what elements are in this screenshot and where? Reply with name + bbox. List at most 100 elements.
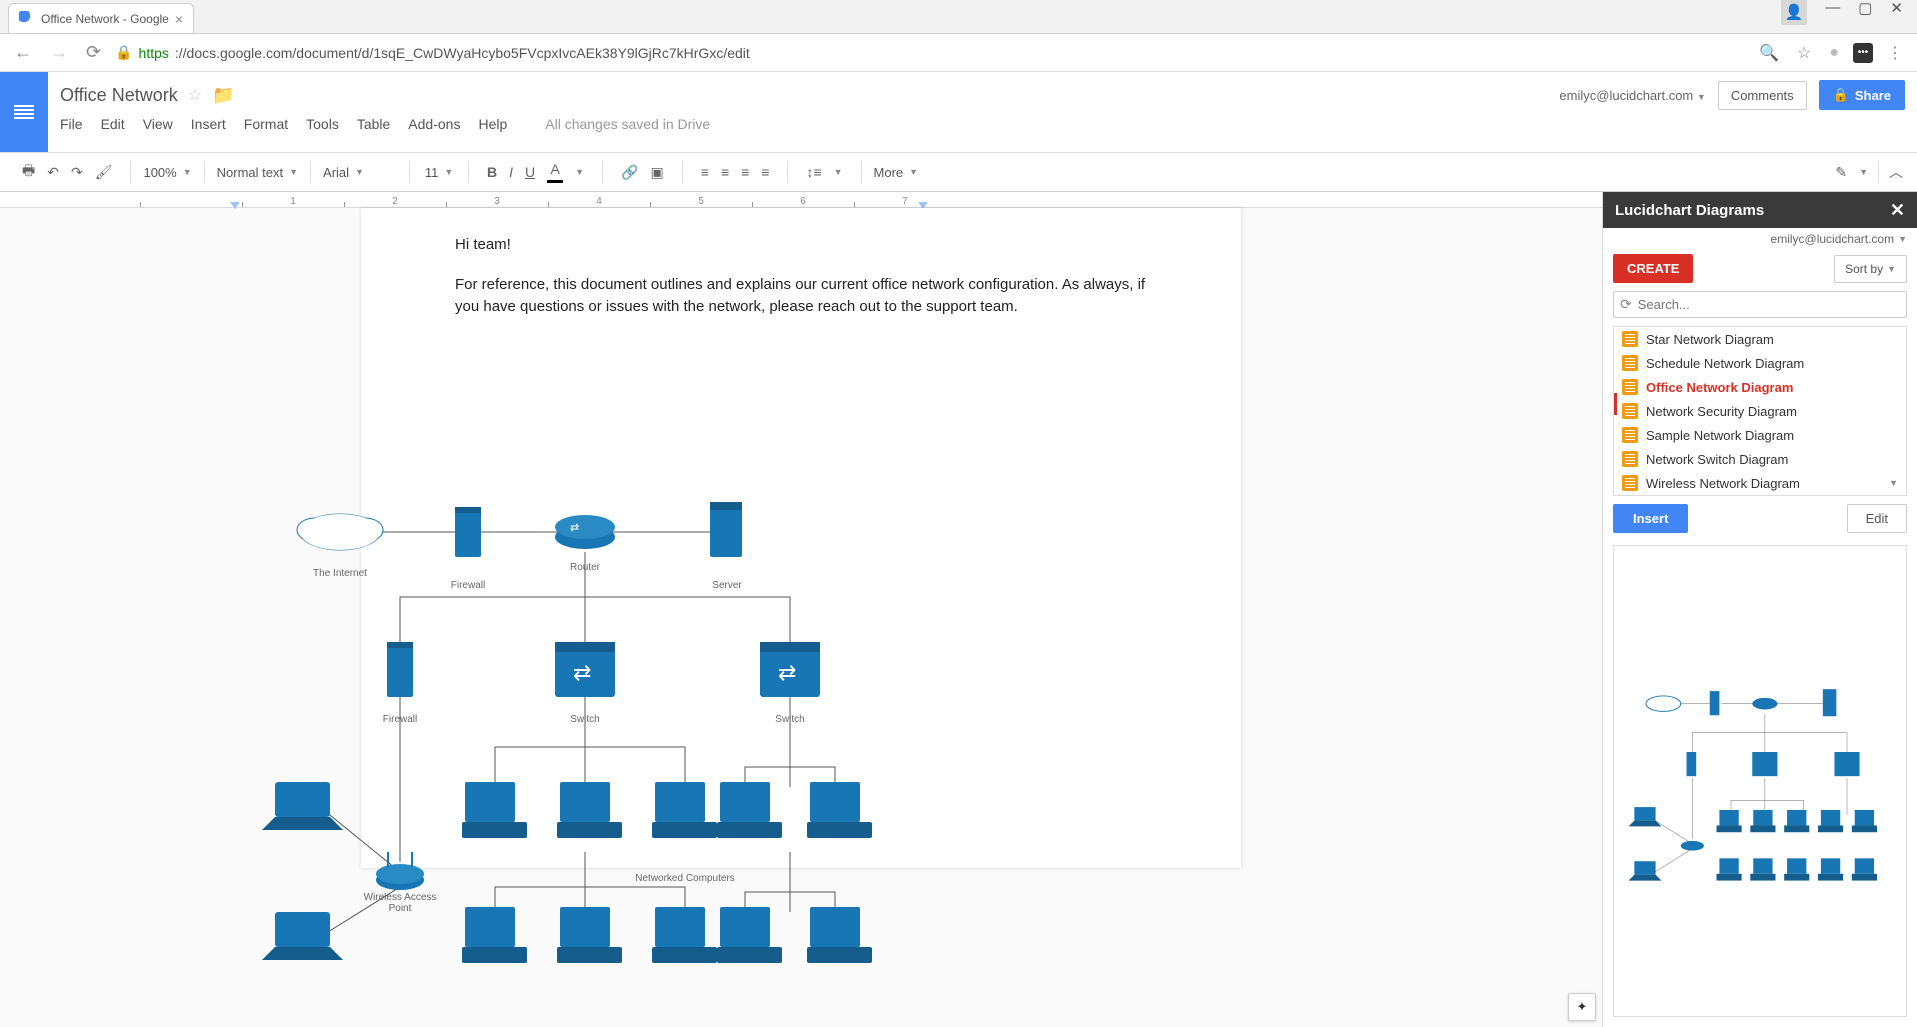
underline-icon[interactable]: U — [519, 160, 541, 184]
docs-header: Office Network ☆ 📁 emilyc@lucidchart.com… — [0, 72, 1917, 152]
insert-button[interactable]: Insert — [1613, 504, 1688, 533]
diagram-thumb-icon — [1622, 475, 1638, 491]
browser-tabstrip: Office Network - Google × 👤 — ▢ ✕ — [0, 0, 1917, 34]
style-dropdown[interactable]: Normal text▼ — [209, 161, 306, 184]
explore-button[interactable]: ✦ — [1568, 993, 1596, 1021]
svg-text:⇄: ⇄ — [778, 660, 796, 685]
text-color-dropdown-icon[interactable]: ▼ — [569, 163, 590, 181]
extension-icon[interactable]: ••• — [1853, 43, 1873, 63]
menu-help[interactable]: Help — [478, 116, 507, 132]
paint-format-icon[interactable]: 🖌 — [89, 160, 119, 185]
diagram-thumb-icon — [1622, 451, 1638, 467]
menu-addons[interactable]: Add-ons — [408, 116, 460, 132]
edit-mode-dropdown-icon[interactable]: ▼ — [1853, 163, 1874, 181]
doc-body[interactable]: For reference, this document outlines an… — [455, 274, 1147, 318]
reload-icon[interactable]: ⟳ — [82, 42, 105, 63]
lucidchart-panel: Lucidchart Diagrams ✕ emilyc@lucidchart.… — [1602, 192, 1917, 1027]
menu-table[interactable]: Table — [357, 116, 390, 132]
document-title[interactable]: Office Network — [60, 85, 178, 106]
menu-format[interactable]: Format — [244, 116, 288, 132]
font-size-dropdown[interactable]: 11▼ — [414, 161, 464, 184]
list-item[interactable]: Sample Network Diagram — [1614, 423, 1906, 447]
horizontal-ruler[interactable]: 1 2 3 4 5 6 7 — [0, 192, 1602, 208]
menu-tools[interactable]: Tools — [306, 116, 339, 132]
collapse-toolbar-icon[interactable]: ︿ — [1883, 158, 1909, 186]
menu-insert[interactable]: Insert — [191, 116, 226, 132]
label-wap: Wireless Access Point — [355, 892, 445, 914]
diagram-preview — [1613, 545, 1907, 1017]
label-switch1: Switch — [570, 714, 599, 725]
align-justify-icon[interactable]: ≡ — [755, 160, 775, 184]
lock-share-icon: 🔒 — [1833, 87, 1849, 103]
browser-address-bar: ← → ⟳ 🔒 https://docs.google.com/document… — [0, 34, 1917, 72]
bold-icon[interactable]: B — [481, 160, 503, 184]
link-icon[interactable]: 🔗 — [615, 160, 644, 185]
list-item[interactable]: Star Network Diagram — [1614, 327, 1906, 351]
list-item[interactable]: Wireless Network Diagram▼ — [1614, 471, 1906, 495]
list-item[interactable]: Network Switch Diagram — [1614, 447, 1906, 471]
diagram-thumb-icon — [1622, 355, 1638, 371]
search-box[interactable]: ⟳ — [1613, 291, 1907, 318]
overflow-icon[interactable]: ⋮ — [1883, 43, 1907, 63]
align-right-icon[interactable]: ≡ — [735, 160, 755, 184]
more-toolbar-dropdown[interactable]: More▼ — [866, 161, 927, 184]
menu-file[interactable]: File — [60, 116, 83, 132]
tab-close-icon[interactable]: × — [175, 11, 183, 27]
extension-dot-icon[interactable]: ● — [1825, 44, 1843, 62]
svg-text:⇄: ⇄ — [573, 660, 591, 685]
url-field[interactable]: 🔒 https://docs.google.com/document/d/1sq… — [115, 44, 1745, 61]
share-button[interactable]: 🔒 Share — [1819, 80, 1905, 110]
docs-home-button[interactable] — [0, 72, 48, 152]
menu-view[interactable]: View — [143, 116, 173, 132]
align-center-icon[interactable]: ≡ — [715, 160, 735, 184]
lucidchart-user-menu[interactable]: emilyc@lucidchart.com▼ — [1603, 228, 1917, 250]
back-icon[interactable]: ← — [10, 42, 36, 63]
docs-toolbar: 🖶 ↶ ↷ 🖌 100%▼ Normal text▼ Arial▼ 11▼ B … — [0, 152, 1917, 192]
account-icon[interactable]: 👤 — [1781, 0, 1807, 25]
list-item[interactable]: Schedule Network Diagram — [1614, 351, 1906, 375]
list-item[interactable]: Network Security Diagram — [1614, 399, 1906, 423]
comment-icon[interactable]: ▣ — [645, 160, 670, 185]
minimize-icon[interactable]: — — [1825, 0, 1840, 25]
line-spacing-icon[interactable]: ↕≡ — [800, 160, 827, 184]
redo-icon[interactable]: ↷ — [65, 160, 89, 185]
doc-greeting[interactable]: Hi team! — [455, 234, 1147, 256]
text-color-icon[interactable]: A — [541, 158, 569, 187]
font-dropdown[interactable]: Arial▼ — [315, 161, 405, 184]
align-left-icon[interactable]: ≡ — [695, 160, 715, 184]
maximize-icon[interactable]: ▢ — [1858, 0, 1872, 25]
comments-button[interactable]: Comments — [1718, 81, 1807, 110]
star-icon[interactable]: ☆ — [1793, 43, 1815, 63]
create-button[interactable]: CREATE — [1613, 254, 1693, 283]
line-spacing-dropdown-icon[interactable]: ▼ — [828, 163, 849, 181]
menu-edit[interactable]: Edit — [101, 116, 125, 132]
italic-icon[interactable]: I — [503, 160, 519, 184]
refresh-icon[interactable]: ⟳ — [1620, 296, 1632, 313]
edit-button[interactable]: Edit — [1847, 504, 1907, 533]
sort-by-button[interactable]: Sort by▼ — [1834, 255, 1907, 283]
close-panel-icon[interactable]: ✕ — [1890, 200, 1905, 221]
diagram-thumb-icon — [1622, 427, 1638, 443]
print-icon[interactable]: 🖶 — [16, 156, 41, 188]
forward-icon[interactable]: → — [46, 42, 72, 63]
user-email[interactable]: emilyc@lucidchart.com ▼ — [1559, 88, 1705, 103]
document-canvas[interactable]: 1 2 3 4 5 6 7 Hi team! For reference, th… — [0, 192, 1602, 1027]
browser-tab[interactable]: Office Network - Google × — [8, 3, 194, 33]
zoom-dropdown[interactable]: 100%▼ — [135, 161, 199, 184]
edit-mode-icon[interactable]: ✎ — [1829, 160, 1853, 185]
list-item-selected[interactable]: Office Network Diagram — [1614, 375, 1906, 399]
diagram-list[interactable]: Star Network Diagram Schedule Network Di… — [1613, 326, 1907, 496]
explore-icon: ✦ — [1577, 999, 1588, 1015]
label-router: Router — [570, 562, 600, 573]
label-computers: Networked Computers — [635, 873, 734, 884]
label-switch2: Switch — [775, 714, 804, 725]
diagram-thumb-icon — [1622, 379, 1638, 395]
star-document-icon[interactable]: ☆ — [188, 85, 202, 105]
save-status: All changes saved in Drive — [545, 116, 710, 132]
move-folder-icon[interactable]: 📁 — [212, 85, 234, 106]
close-window-icon[interactable]: ✕ — [1890, 0, 1903, 25]
search-input[interactable] — [1638, 297, 1900, 312]
undo-icon[interactable]: ↶ — [41, 160, 65, 185]
label-firewall2: Firewall — [383, 714, 417, 725]
zoom-icon[interactable]: 🔍 — [1755, 43, 1783, 63]
